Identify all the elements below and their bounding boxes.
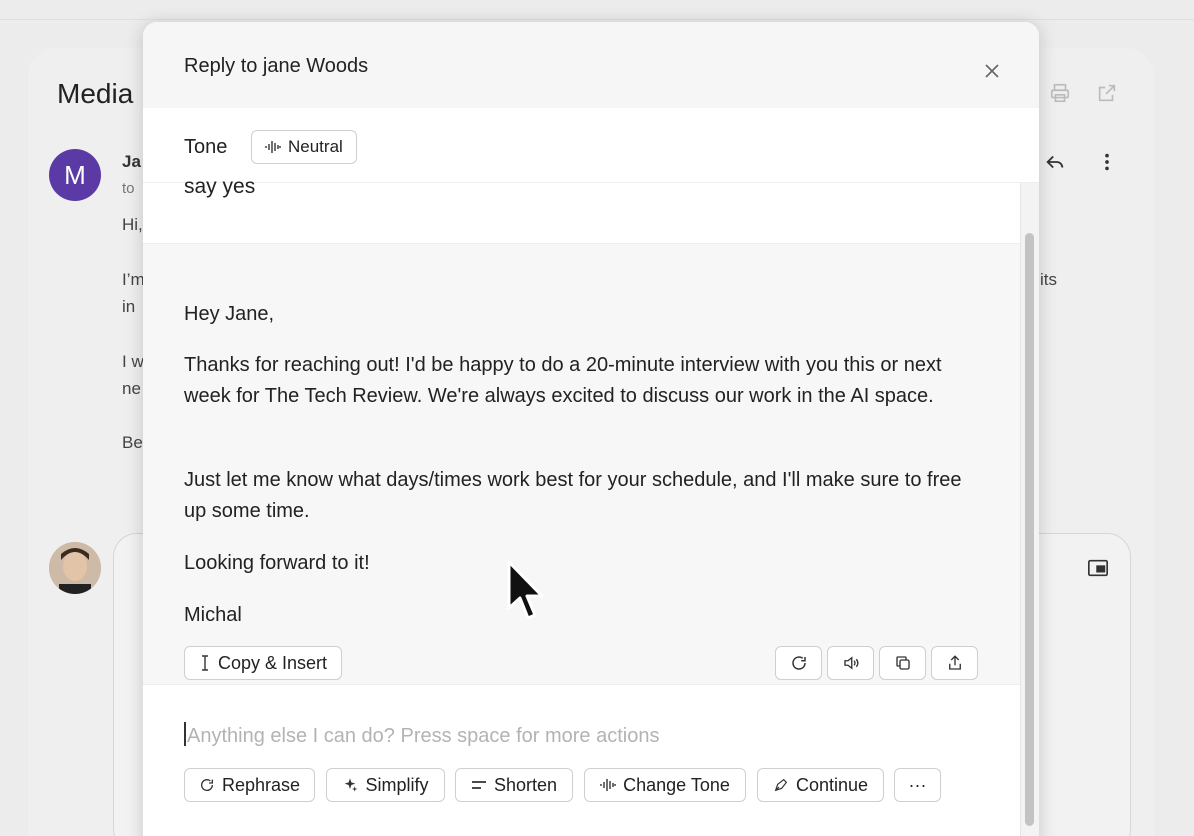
sender-avatar: M [49, 149, 101, 201]
tone-row: Tone Neutral [143, 108, 1039, 183]
ai-response: Hey Jane, Thanks for reaching out! I'd b… [143, 244, 1020, 685]
picture-in-picture-icon[interactable] [1086, 556, 1110, 580]
simplify-button[interactable]: Simplify [326, 768, 445, 802]
mouse-pointer-icon [505, 560, 549, 635]
sender-name: Ja [122, 152, 141, 171]
body-fragment: Be [122, 433, 143, 452]
reply-icon[interactable] [1043, 150, 1067, 174]
copy-insert-button[interactable]: Copy & Insert [184, 646, 343, 680]
close-icon[interactable] [981, 60, 1003, 82]
followup-input[interactable]: Anything else I can do? Press space for … [184, 722, 984, 750]
email-subject: Media [57, 78, 134, 109]
response-signature: Michal [184, 604, 242, 626]
regenerate-button[interactable] [775, 646, 822, 680]
shorten-button[interactable]: Shorten [455, 768, 573, 802]
read-aloud-button[interactable] [827, 646, 874, 680]
dialog-title: Reply to jane Woods [184, 55, 369, 77]
copy-button[interactable] [879, 646, 926, 680]
tone-label: Tone [184, 136, 228, 158]
body-fragment: ne [122, 379, 141, 398]
share-button[interactable] [931, 646, 978, 680]
dialog-header: Reply to jane Woods [143, 22, 1039, 108]
response-closing: Looking forward to it! [184, 552, 370, 574]
print-icon[interactable] [1048, 81, 1072, 105]
input-placeholder: Anything else I can do? Press space for … [187, 725, 660, 747]
top-bar [0, 0, 1194, 20]
more-actions-label: ··· [908, 774, 927, 795]
prompt-text: say yes [184, 175, 256, 198]
change-tone-label: Change Tone [623, 774, 730, 795]
response-greeting: Hey Jane, [184, 303, 275, 325]
body-fragment: I’m [122, 270, 145, 289]
sender-to: to [122, 180, 135, 197]
scrollbar-thumb[interactable] [1025, 233, 1034, 826]
user-prompt: say yes [143, 175, 1020, 244]
scrollbar[interactable] [1020, 183, 1039, 836]
rephrase-button[interactable]: Rephrase [184, 768, 315, 802]
tone-value: Neutral [288, 137, 343, 156]
shorten-label: Shorten [493, 774, 558, 795]
response-paragraph: Just let me know what days/times work be… [184, 469, 962, 522]
continue-button[interactable]: Continue [757, 768, 884, 802]
tone-selector[interactable]: Neutral [251, 130, 357, 164]
open-external-icon[interactable] [1095, 81, 1119, 105]
ai-reply-dialog: Reply to jane Woods Tone Neutral say yes… [143, 22, 1039, 836]
body-fragment-right: its [1040, 270, 1057, 289]
rephrase-label: Rephrase [221, 774, 301, 795]
change-tone-button[interactable]: Change Tone [584, 768, 746, 802]
body-fragment: Hi, [122, 215, 143, 234]
more-vertical-icon[interactable] [1095, 150, 1119, 174]
body-fragment: I w [122, 352, 144, 371]
more-actions-button[interactable]: ··· [894, 768, 941, 802]
body-fragment: in [122, 297, 136, 316]
continue-label: Continue [795, 774, 869, 795]
user-avatar [49, 542, 101, 594]
response-paragraph: Thanks for reaching out! I'd be happy to… [184, 354, 942, 407]
simplify-label: Simplify [365, 774, 429, 795]
text-caret [184, 722, 186, 746]
copy-insert-label: Copy & Insert [218, 652, 328, 673]
